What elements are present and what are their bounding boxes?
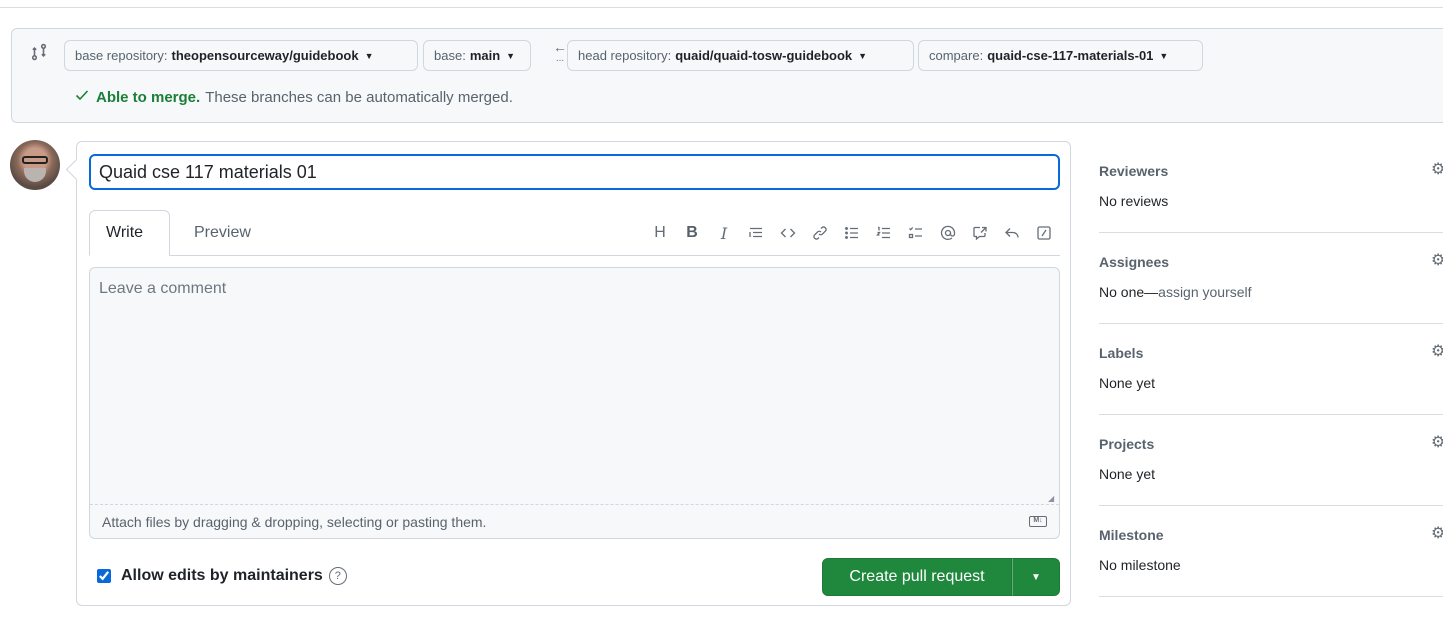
create-pr-button-group: Create pull request ▼ bbox=[822, 558, 1060, 596]
gear-icon[interactable]: ⚙ bbox=[1431, 253, 1443, 269]
markdown-icon[interactable]: M↓ bbox=[1029, 516, 1047, 527]
check-icon bbox=[74, 87, 90, 107]
quote-icon[interactable] bbox=[740, 220, 772, 246]
head-repository-select[interactable]: head repository: quaid/quaid-tosw-guideb… bbox=[567, 40, 914, 71]
create-pull-request-button[interactable]: Create pull request bbox=[822, 558, 1012, 596]
gear-icon[interactable]: ⚙ bbox=[1431, 526, 1443, 542]
caret-down-icon: ▼ bbox=[364, 50, 374, 61]
code-icon[interactable] bbox=[772, 220, 804, 246]
base-branch-label: base: bbox=[434, 48, 466, 63]
gear-icon[interactable]: ⚙ bbox=[1431, 162, 1443, 178]
projects-title: Projects bbox=[1099, 436, 1155, 452]
base-branch-select[interactable]: base: main ▼ bbox=[423, 40, 531, 71]
compare-branch-label: compare: bbox=[929, 48, 984, 63]
question-icon[interactable]: ? bbox=[328, 567, 347, 585]
ordered-list-icon[interactable] bbox=[868, 220, 900, 246]
labels-value: None yet bbox=[1099, 375, 1156, 391]
reviewers-title: Reviewers bbox=[1099, 163, 1169, 179]
tab-preview[interactable]: Preview bbox=[178, 210, 267, 256]
assignees-title: Assignees bbox=[1099, 254, 1170, 270]
mention-icon[interactable] bbox=[932, 220, 964, 246]
task-list-icon[interactable] bbox=[900, 220, 932, 246]
resize-handle-icon[interactable]: ◢ bbox=[1048, 494, 1056, 503]
head-repository-label: head repository: bbox=[578, 48, 672, 63]
top-divider bbox=[0, 7, 1443, 8]
sidebar-milestone: Milestone ⚙ No milestone bbox=[1099, 506, 1443, 597]
head-repository-value: quaid/quaid-tosw-guidebook bbox=[675, 48, 853, 63]
compare-arrow-icon: ← ... bbox=[552, 39, 568, 69]
caret-down-icon: ▼ bbox=[1031, 571, 1041, 583]
milestone-title: Milestone bbox=[1099, 527, 1164, 543]
tab-write[interactable]: Write bbox=[89, 210, 170, 256]
comment-box: ◢ Attach files by dragging & dropping, s… bbox=[89, 267, 1060, 539]
caret-down-icon: ▼ bbox=[506, 50, 516, 61]
assignees-none-text: No one— bbox=[1099, 284, 1159, 300]
allow-edits-label[interactable]: Allow edits by maintainers bbox=[121, 567, 323, 585]
editor-tabs: Write Preview H B I bbox=[89, 210, 1060, 256]
allow-edits-checkbox[interactable] bbox=[97, 569, 111, 583]
merge-status: Able to merge. These branches can be aut… bbox=[74, 87, 513, 107]
sidebar-assignees: Assignees ⚙ No one—assign yourself bbox=[1099, 233, 1443, 324]
heading-icon[interactable]: H bbox=[644, 220, 676, 246]
slash-command-icon[interactable] bbox=[1028, 220, 1060, 246]
merge-description: These branches can be automatically merg… bbox=[205, 88, 513, 106]
link-icon[interactable] bbox=[804, 220, 836, 246]
git-compare-icon bbox=[30, 43, 48, 61]
milestone-value: No milestone bbox=[1099, 557, 1181, 573]
assign-yourself-link[interactable]: assign yourself bbox=[1158, 284, 1251, 300]
merge-ok-text: Able to merge. bbox=[96, 88, 201, 106]
reviewers-value: No reviews bbox=[1099, 193, 1169, 209]
create-options-dropdown[interactable]: ▼ bbox=[1012, 558, 1060, 596]
assignees-value: No one—assign yourself bbox=[1099, 284, 1252, 300]
compare-branch-value: quaid-cse-117-materials-01 bbox=[987, 48, 1154, 63]
projects-value: None yet bbox=[1099, 466, 1156, 482]
saved-reply-icon[interactable] bbox=[996, 220, 1028, 246]
gear-icon[interactable]: ⚙ bbox=[1431, 435, 1443, 451]
bold-icon[interactable]: B bbox=[676, 220, 708, 246]
base-repository-select[interactable]: base repository: theopensourceway/guideb… bbox=[64, 40, 418, 71]
sidebar-reviewers: Reviewers ⚙ No reviews bbox=[1099, 142, 1443, 233]
labels-title: Labels bbox=[1099, 345, 1144, 361]
italic-icon[interactable]: I bbox=[708, 220, 740, 246]
pr-title-input[interactable] bbox=[89, 154, 1060, 190]
caret-down-icon: ▼ bbox=[1159, 50, 1169, 61]
avatar-glasses bbox=[22, 156, 48, 164]
base-repository-value: theopensourceway/guidebook bbox=[171, 48, 359, 63]
compare-branch-select[interactable]: compare: quaid-cse-117-materials-01 ▼ bbox=[918, 40, 1203, 71]
sidebar-labels: Labels ⚙ None yet bbox=[1099, 324, 1443, 415]
gear-icon[interactable]: ⚙ bbox=[1431, 344, 1443, 360]
compare-bar: base repository: theopensourceway/guideb… bbox=[11, 28, 1443, 123]
pull-request-editor: Write Preview H B I bbox=[76, 141, 1071, 606]
arrow-left-icon: ← bbox=[553, 39, 567, 55]
avatar-beard bbox=[24, 168, 46, 182]
attach-files-bar[interactable]: Attach files by dragging & dropping, sel… bbox=[90, 504, 1059, 538]
cross-reference-icon[interactable] bbox=[964, 220, 996, 246]
base-repository-label: base repository: bbox=[75, 48, 168, 63]
comment-textarea[interactable] bbox=[90, 268, 1059, 504]
unordered-list-icon[interactable] bbox=[836, 220, 868, 246]
sidebar-projects: Projects ⚙ None yet bbox=[1099, 415, 1443, 506]
allow-edits-row: Allow edits by maintainers ? bbox=[97, 567, 347, 585]
base-branch-value: main bbox=[469, 48, 501, 63]
markdown-toolbar: H B I bbox=[644, 220, 1060, 246]
attach-files-text: Attach files by dragging & dropping, sel… bbox=[102, 513, 487, 530]
caret-down-icon: ▼ bbox=[858, 50, 868, 61]
avatar bbox=[10, 140, 60, 190]
